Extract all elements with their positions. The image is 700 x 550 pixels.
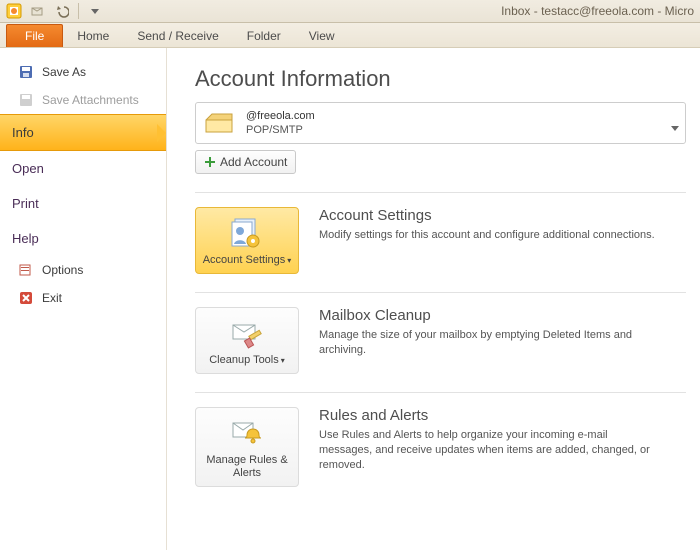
tab-view[interactable]: View — [295, 25, 349, 47]
account-text: @freeola.com POP/SMTP — [246, 109, 315, 137]
backstage: Save As Save Attachments Info Open Print… — [0, 48, 700, 550]
chevron-down-icon — [671, 126, 679, 131]
button-label: Manage Rules & Alerts — [200, 454, 294, 480]
window-title: Inbox - testacc@freeola.com - Micro — [105, 4, 700, 18]
nav-open[interactable]: Open — [0, 151, 166, 186]
nav-save-attachments: Save Attachments — [0, 86, 166, 114]
section-desc: Use Rules and Alerts to help organize yo… — [319, 428, 659, 473]
undo-icon[interactable] — [52, 1, 72, 21]
account-dropdown-icon[interactable] — [671, 120, 679, 134]
section-desc: Modify settings for this account and con… — [319, 228, 655, 243]
section-title: Rules and Alerts — [319, 407, 659, 424]
nav-label: Save Attachments — [42, 93, 139, 107]
add-account-button[interactable]: Add Account — [195, 150, 296, 174]
button-label: Account Settings▾ — [200, 254, 294, 267]
options-icon — [18, 262, 34, 278]
chevron-down-icon — [91, 9, 99, 14]
mailbox-icon — [204, 110, 236, 136]
outlook-icon[interactable] — [4, 1, 24, 21]
tab-home[interactable]: Home — [63, 25, 123, 47]
nav-save-as[interactable]: Save As — [0, 58, 166, 86]
save-attachments-icon — [18, 92, 34, 108]
nav-label: Info — [12, 125, 34, 140]
plus-icon — [204, 156, 216, 168]
nav-help[interactable]: Help — [0, 221, 166, 256]
section-rules-alerts: Manage Rules & Alerts Rules and Alerts U… — [195, 407, 686, 487]
backstage-content: Account Information @freeola.com POP/SMT… — [167, 48, 700, 550]
rules-icon — [200, 416, 294, 450]
tab-send-receive[interactable]: Send / Receive — [123, 25, 232, 47]
save-icon — [18, 64, 34, 80]
exit-icon — [18, 290, 34, 306]
separator — [195, 192, 686, 193]
account-email: @freeola.com — [246, 109, 315, 123]
section-account-settings: Account Settings▾ Account Settings Modif… — [195, 207, 686, 274]
nav-print[interactable]: Print — [0, 186, 166, 221]
cleanup-icon — [200, 316, 294, 350]
backstage-nav: Save As Save Attachments Info Open Print… — [0, 48, 167, 550]
ribbon-tabs: File Home Send / Receive Folder View — [0, 23, 700, 48]
section-mailbox-cleanup: Cleanup Tools▾ Mailbox Cleanup Manage th… — [195, 307, 686, 374]
section-desc: Manage the size of your mailbox by empty… — [319, 328, 659, 358]
nav-label: Print — [12, 196, 39, 211]
account-settings-button[interactable]: Account Settings▾ — [195, 207, 299, 274]
section-title: Mailbox Cleanup — [319, 307, 659, 324]
nav-options[interactable]: Options — [0, 256, 166, 284]
quick-access-toolbar — [0, 1, 105, 21]
account-settings-icon — [200, 216, 294, 250]
nav-label: Options — [42, 263, 83, 277]
section-title: Account Settings — [319, 207, 655, 224]
cleanup-tools-button[interactable]: Cleanup Tools▾ — [195, 307, 299, 374]
nav-label: Help — [12, 231, 39, 246]
section-text: Mailbox Cleanup Manage the size of your … — [319, 307, 659, 358]
section-text: Account Settings Modify settings for thi… — [319, 207, 655, 243]
button-label: Cleanup Tools▾ — [200, 354, 294, 367]
title-bar: Inbox - testacc@freeola.com - Micro — [0, 0, 700, 23]
nav-info[interactable]: Info — [0, 114, 166, 151]
nav-label: Save As — [42, 65, 86, 79]
send-receive-icon[interactable] — [28, 1, 48, 21]
add-account-label: Add Account — [220, 155, 287, 169]
account-selector[interactable]: @freeola.com POP/SMTP — [195, 102, 686, 144]
separator — [195, 392, 686, 393]
qat-separator — [78, 3, 79, 19]
page-title: Account Information — [195, 66, 686, 92]
nav-label: Exit — [42, 291, 62, 305]
account-type: POP/SMTP — [246, 123, 315, 137]
chevron-down-icon: ▾ — [287, 256, 291, 265]
tab-folder[interactable]: Folder — [233, 25, 295, 47]
separator — [195, 292, 686, 293]
chevron-down-icon: ▾ — [281, 356, 285, 365]
nav-exit[interactable]: Exit — [0, 284, 166, 312]
tab-file[interactable]: File — [6, 24, 63, 47]
qat-customize-icon[interactable] — [85, 1, 105, 21]
section-text: Rules and Alerts Use Rules and Alerts to… — [319, 407, 659, 473]
nav-label: Open — [12, 161, 44, 176]
manage-rules-button[interactable]: Manage Rules & Alerts — [195, 407, 299, 487]
